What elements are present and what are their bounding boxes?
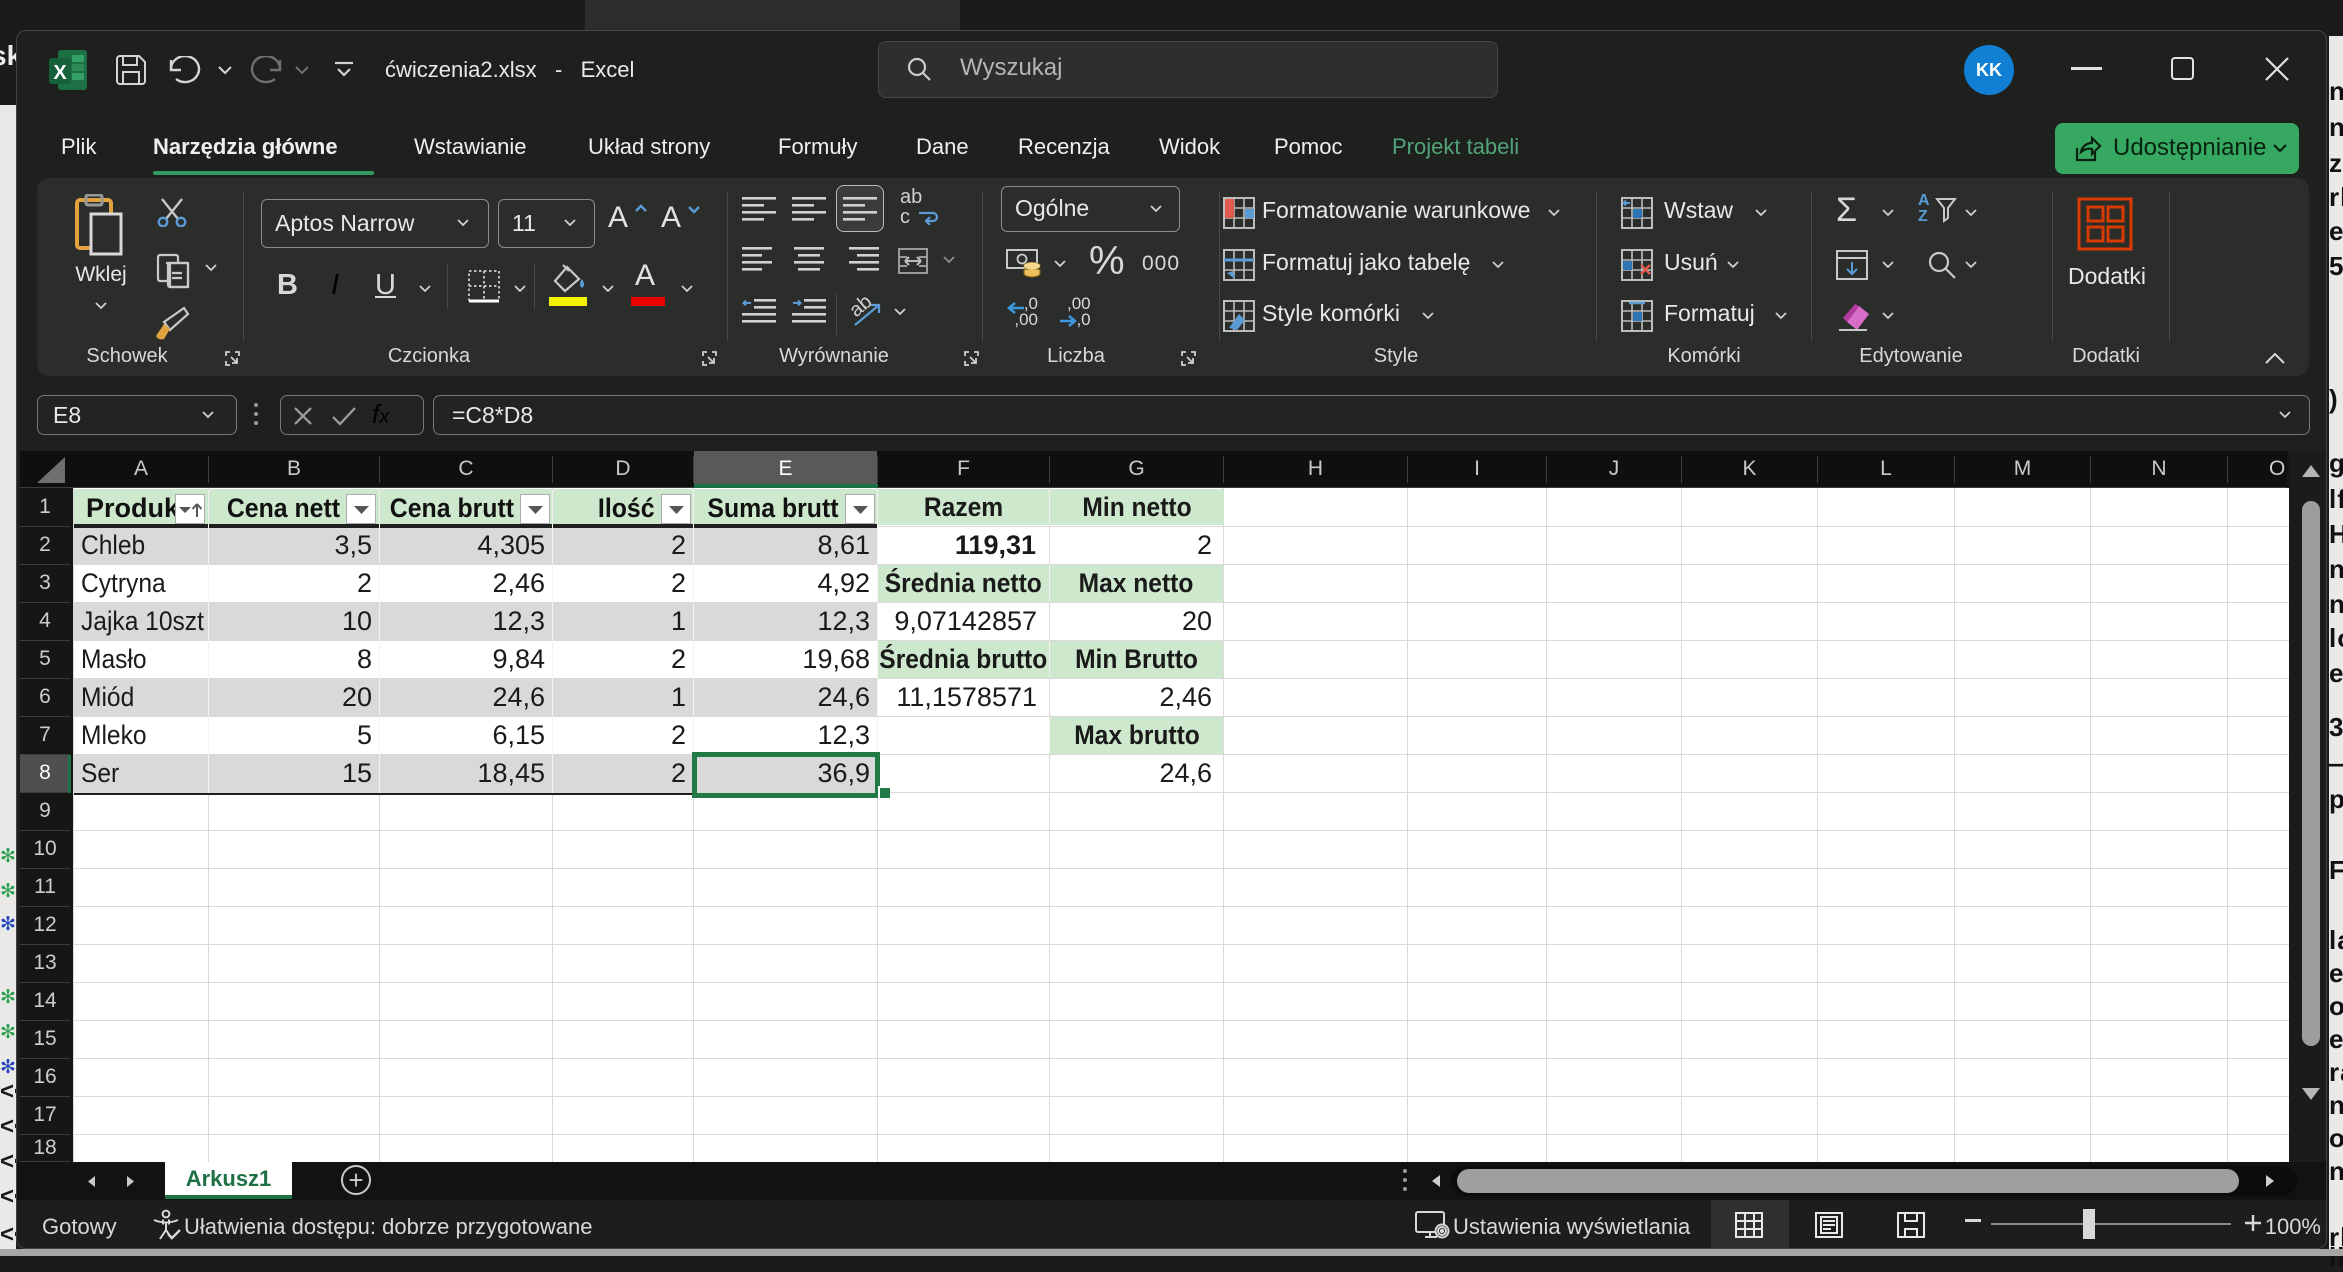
svg-text:X: X [53, 62, 67, 84]
